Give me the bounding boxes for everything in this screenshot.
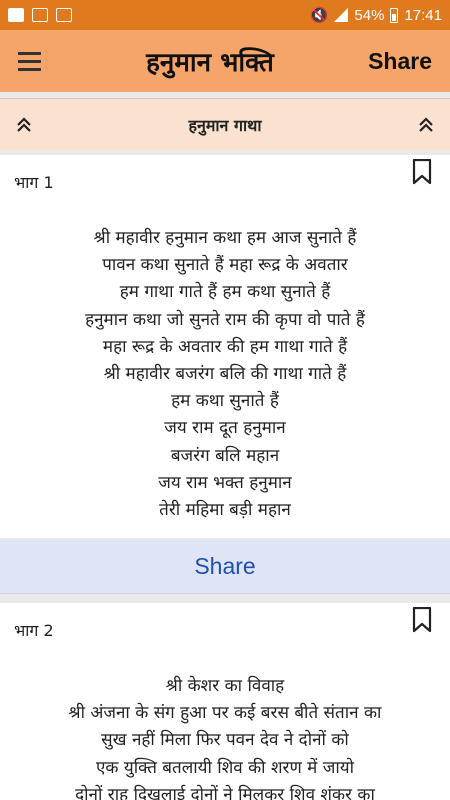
share-button[interactable]: Share xyxy=(350,48,450,75)
verse-line: दोनों राह दिखलाई दोनों ने मिलकर शिव शंकर… xyxy=(75,784,375,800)
verse-line: जय राम दूत हनुमान xyxy=(164,418,286,439)
verse-line: जय राम भक्त हनुमान xyxy=(158,472,292,493)
status-bar: 🔇 54% 17:41 xyxy=(0,0,450,30)
verse-line: श्री अंजना के संग हुआ पर कई बरस बीते संत… xyxy=(68,703,382,724)
battery-percent: 54% xyxy=(354,6,385,24)
verse-line: महा रूद्र के अवतार की हम गाथा गाते हैं xyxy=(102,336,348,357)
battery-icon xyxy=(390,7,399,23)
menu-icon[interactable] xyxy=(0,30,58,92)
collapse-right-icon[interactable] xyxy=(416,115,436,135)
signal-icon xyxy=(334,8,349,22)
part-label: भाग 2 xyxy=(14,621,54,640)
verse-line: सुख नहीं मिला फिर पवन देव ने दोनों को xyxy=(101,730,349,751)
mute-icon: 🔇 xyxy=(309,7,329,24)
image-notification-icon xyxy=(32,8,48,22)
verse-line: बजरंग बलि महान xyxy=(170,445,280,466)
collapse-left-icon[interactable] xyxy=(14,115,34,135)
verse-line: पावन कथा सुनाते हैं महा रूद्र के अवतार xyxy=(102,255,348,276)
clock: 17:41 xyxy=(404,6,442,24)
verse-line: हम कथा सुनाते हैं xyxy=(171,391,279,412)
verse-line: तेरी महिमा बड़ी महान xyxy=(159,500,291,521)
part-share-button[interactable]: Share xyxy=(0,540,450,594)
activity-notification-icon xyxy=(56,8,72,22)
part-card: भाग 2 श्री केशर का विवाह श्री अंजना के स… xyxy=(0,603,450,800)
verse-line: एक युक्ति बतलायी शिव की शरण में जायो xyxy=(95,757,355,778)
section-title: हनुमान गाथा xyxy=(188,115,262,135)
part-label: भाग 1 xyxy=(14,173,54,192)
app-bar: हनुमान भक्ति Share xyxy=(0,30,450,92)
verse-line: श्री महावीर बजरंग बलि की गाथा गाते हैं xyxy=(103,364,347,385)
verse-line: श्री महावीर हनुमान कथा हम आज सुनाते हैं xyxy=(93,228,357,248)
verse-text: श्री महावीर हनुमान कथा हम आज सुनाते हैं … xyxy=(0,225,450,524)
verse-line: हम गाथा गाते हैं हम कथा सुनाते हैं xyxy=(119,282,331,303)
verse-text: श्री केशर का विवाह श्री अंजना के संग हुआ… xyxy=(0,673,450,800)
bookmark-icon[interactable] xyxy=(412,158,432,185)
app-title: हनुमान भक्ति xyxy=(146,48,274,78)
app-notification-icon xyxy=(8,8,24,22)
bookmark-icon[interactable] xyxy=(412,606,432,633)
notification-icons xyxy=(8,8,72,22)
verse-line: श्री केशर का विवाह xyxy=(165,676,285,696)
verse-line: हनुमान कथा जो सुनते राम की कृपा वो पाते … xyxy=(85,309,365,330)
section-header[interactable]: हनुमान गाथा xyxy=(0,98,450,150)
part-card: भाग 1 श्री महावीर हनुमान कथा हम आज सुनात… xyxy=(0,155,450,538)
